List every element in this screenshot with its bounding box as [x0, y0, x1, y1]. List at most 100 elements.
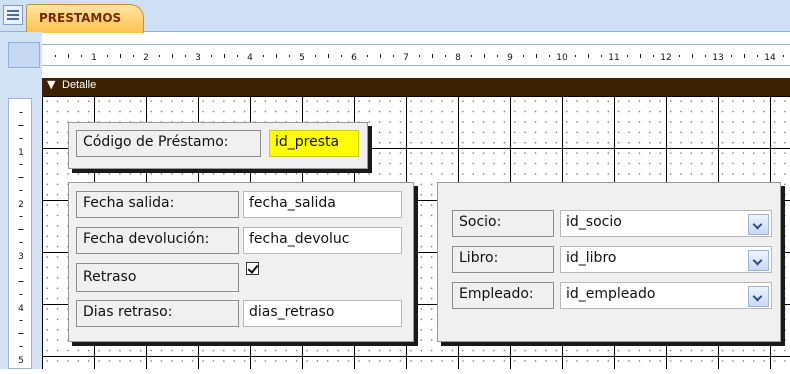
- ruler-number: 1: [91, 53, 97, 63]
- ruler-tick: [68, 54, 69, 58]
- ruler-tick: [263, 55, 264, 57]
- empleado-combo[interactable]: id_empleado: [560, 282, 772, 309]
- ruler-tick: [328, 54, 329, 58]
- ruler-tick: [679, 55, 680, 57]
- section-selector-column: [0, 70, 42, 96]
- socio-combo[interactable]: id_socio: [560, 210, 772, 237]
- fecha-salida-label[interactable]: Fecha salida:: [76, 191, 239, 218]
- libro-dropdown-icon[interactable]: [748, 250, 769, 271]
- form-icon[interactable]: [3, 5, 23, 25]
- fecha-devolucion-label[interactable]: Fecha devolución:: [76, 227, 239, 254]
- ruler-tick: [640, 54, 641, 58]
- ruler-number: 10: [556, 53, 568, 63]
- ruler-tick: [380, 54, 381, 58]
- ruler-tick: [18, 177, 24, 178]
- ruler-tick: [484, 54, 485, 58]
- ruler-tick: [445, 55, 446, 57]
- fecha-devolucion-field[interactable]: fecha_devoluc: [243, 227, 402, 254]
- empleado-value: id_empleado: [566, 286, 656, 302]
- ruler-tick: [172, 54, 173, 58]
- ruler-tick: [107, 55, 108, 57]
- ruler-number: 8: [455, 53, 461, 63]
- dias-retraso-label[interactable]: Dias retraso:: [76, 300, 239, 327]
- ruler-number: 14: [764, 53, 776, 63]
- retraso-label[interactable]: Retraso: [76, 263, 239, 292]
- ruler-tick: [757, 55, 758, 57]
- ruler-tick: [367, 55, 368, 57]
- ruler-tick: [81, 55, 82, 57]
- libro-value: id_libro: [566, 250, 617, 266]
- form-selector[interactable]: [8, 42, 40, 68]
- ruler-tick: [536, 54, 537, 58]
- ruler-number: 3: [18, 252, 24, 262]
- ruler-number: 5: [18, 356, 24, 366]
- ruler-tick: [185, 55, 186, 57]
- section-bar-detalle[interactable]: ▼ Detalle: [42, 78, 790, 96]
- ruler-tick: [692, 54, 693, 58]
- empleado-dropdown-icon[interactable]: [748, 286, 769, 307]
- fecha-salida-field[interactable]: fecha_salida: [243, 191, 402, 218]
- ruler-tick: [497, 55, 498, 57]
- ruler-tick: [783, 55, 784, 57]
- ruler-number: 13: [712, 53, 723, 63]
- ruler-tick: [341, 55, 342, 57]
- section-arrow-icon: ▼: [47, 78, 56, 91]
- ruler-tick: [18, 125, 24, 126]
- dias-retraso-field[interactable]: dias_retraso: [243, 300, 402, 327]
- ruler-tick: [133, 55, 134, 57]
- ruler-tick: [18, 229, 24, 230]
- ruler-tick: [432, 54, 433, 58]
- horizontal-ruler-marks: 1 2 3 4 5 6 7 8 9 10 11 12 13 14: [55, 53, 784, 63]
- ruler-tick: [276, 54, 277, 58]
- ruler-tick: [18, 281, 24, 282]
- libro-combo[interactable]: id_libro: [560, 246, 772, 273]
- ruler-tick: [19, 346, 23, 347]
- ruler-tick: [19, 268, 23, 269]
- ruler-number: 11: [608, 53, 619, 63]
- ruler-number: 3: [195, 53, 201, 63]
- ruler-number: 6: [351, 53, 357, 63]
- libro-label[interactable]: Libro:: [452, 246, 554, 273]
- ruler-tick: [731, 55, 732, 57]
- ruler-tick: [19, 190, 23, 191]
- ruler-tick: [315, 55, 316, 57]
- vertical-ruler-marks: 1 2 3 4 5: [18, 112, 24, 366]
- ruler-tick: [523, 55, 524, 57]
- ruler-tick: [19, 164, 23, 165]
- ruler-tick: [19, 320, 23, 321]
- ruler-tick: [705, 55, 706, 57]
- ruler-number: 7: [403, 53, 409, 63]
- retraso-checkbox[interactable]: [246, 262, 259, 275]
- ruler-tick: [19, 138, 23, 139]
- ruler-tick: [237, 55, 238, 57]
- codigo-label[interactable]: Código de Préstamo:: [76, 130, 261, 157]
- empleado-label[interactable]: Empleado:: [452, 282, 554, 309]
- ruler-tick: [419, 55, 420, 57]
- ruler-tick: [19, 242, 23, 243]
- vertical-ruler[interactable]: 1 2 3 4 5: [8, 98, 32, 369]
- ruler-tick: [588, 54, 589, 58]
- ruler-tick: [744, 54, 745, 58]
- socio-value: id_socio: [566, 214, 622, 230]
- socio-label[interactable]: Socio:: [452, 210, 554, 237]
- ruler-tick: [393, 55, 394, 57]
- ruler-number: 4: [247, 53, 253, 63]
- ruler-tick: [18, 333, 24, 334]
- ruler-number: 1: [18, 148, 24, 158]
- ruler-tick: [55, 55, 56, 57]
- ruler-tick: [601, 55, 602, 57]
- ruler-number: 4: [18, 304, 24, 314]
- ruler-tick: [211, 55, 212, 57]
- socio-dropdown-icon[interactable]: [748, 214, 769, 235]
- ruler-tick: [159, 55, 160, 57]
- ruler-tick: [653, 55, 654, 57]
- ruler-tick: [289, 55, 290, 57]
- codigo-field[interactable]: id_presta: [269, 130, 359, 157]
- ruler-number: 2: [143, 53, 149, 63]
- tab-prestamos[interactable]: PRESTAMOS: [26, 4, 144, 33]
- ruler-tick: [19, 216, 23, 217]
- ruler-tick: [19, 294, 23, 295]
- ruler-tick: [549, 55, 550, 57]
- tab-label: PRESTAMOS: [39, 11, 122, 25]
- horizontal-ruler[interactable]: 1 2 3 4 5 6 7 8 9 10 11 12 13 14: [42, 44, 790, 66]
